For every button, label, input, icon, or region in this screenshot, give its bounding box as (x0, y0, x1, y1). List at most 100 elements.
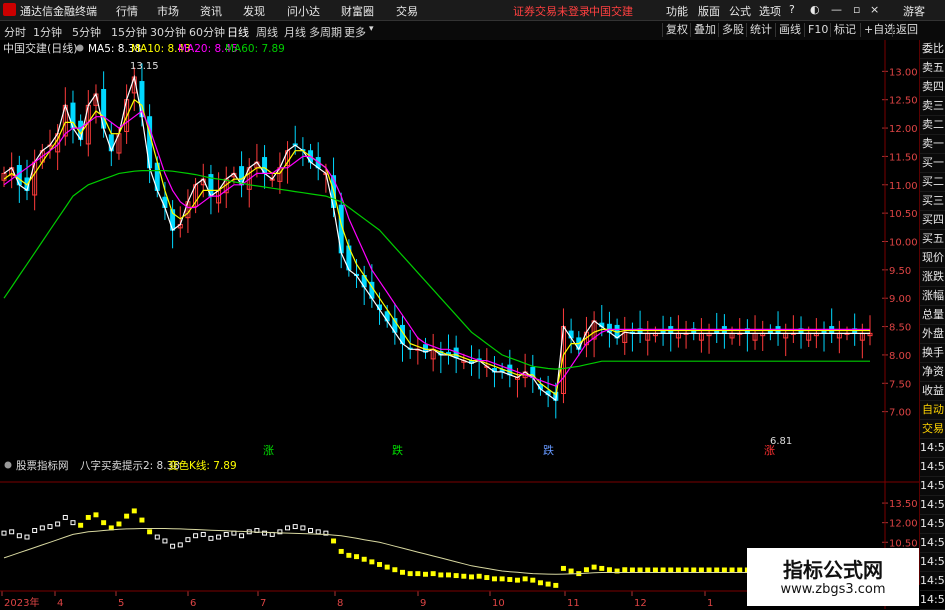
indicator-tick-label: 12.00 (889, 519, 918, 530)
kline-chart[interactable]: 13.00 12.50 12.00 11.50 11.00 10.50 10.00 9.50 9… (0, 40, 919, 609)
multi-stock-button[interactable]: 多股 (718, 23, 747, 37)
period-tab-15min[interactable]: 15分钟 (111, 24, 147, 40)
date-tick-label: 9 (420, 598, 426, 609)
period-tab-monthly[interactable]: 月线 (284, 24, 306, 40)
indicator-bar (93, 512, 99, 518)
sidebar-item[interactable]: 买三 (920, 192, 945, 211)
sidebar-item[interactable]: 自动 (920, 401, 945, 420)
sidebar-item[interactable]: 14:56 (920, 591, 945, 610)
adjust-button[interactable]: 复权 (662, 23, 691, 37)
period-tab-1min[interactable]: 1分钟 (33, 24, 62, 40)
price-tick-label: 11.00 (889, 181, 918, 192)
period-tab-5min[interactable]: 5分钟 (72, 24, 101, 40)
sidebar-item[interactable]: 换手 (920, 344, 945, 363)
sidebar-item[interactable]: 卖三 (920, 97, 945, 116)
indicator-bar (691, 567, 697, 573)
sidebar-item[interactable]: 净资 (920, 363, 945, 382)
sidebar-item[interactable]: 14:56 (920, 439, 945, 458)
sidebar-item[interactable]: 买四 (920, 211, 945, 230)
sidebar-item[interactable]: 卖五 (920, 59, 945, 78)
indicator-bar (438, 572, 444, 578)
sidebar-item[interactable]: 外盘 (920, 325, 945, 344)
menu-item-quotes[interactable]: 行情 (116, 3, 138, 19)
close-icon[interactable]: × (870, 3, 879, 16)
skin-icon[interactable]: ◐ (810, 3, 820, 16)
indicator-title: 八字买卖提示2: 8.38 (80, 459, 180, 472)
sidebar-item[interactable]: 卖二 (920, 116, 945, 135)
sidebar-item[interactable]: 14:56 (920, 458, 945, 477)
sidebar-item[interactable]: 涨幅 (920, 287, 945, 306)
mark-button[interactable]: 标记 (830, 23, 859, 37)
sidebar-item[interactable]: 收益 (920, 382, 945, 401)
sidebar-item[interactable]: 卖一 (920, 135, 945, 154)
indicator-bar (484, 575, 490, 581)
indicator-bar (629, 567, 635, 573)
chevron-down-icon[interactable]: ▾ (369, 24, 374, 34)
indicator-bar (537, 580, 543, 586)
indicator-tick-label: 13.50 (889, 499, 918, 510)
stats-button[interactable]: 统计 (746, 23, 775, 37)
menu-item-options[interactable]: 选项 (759, 3, 781, 19)
sidebar-item[interactable]: 14:56 (920, 534, 945, 553)
sidebar-item[interactable]: 买五 (920, 230, 945, 249)
restore-icon[interactable]: ▫ (853, 3, 860, 16)
indicator-bar (645, 567, 651, 573)
f10-button[interactable]: F10 (804, 23, 831, 37)
sidebar-item[interactable]: 委比 (920, 40, 945, 59)
back-button[interactable]: 返回 (892, 23, 921, 37)
indicator-bar (392, 567, 398, 573)
menu-item-layout[interactable]: 版面 (698, 3, 720, 19)
menu-item-market[interactable]: 市场 (157, 3, 179, 19)
overlay-button[interactable]: 叠加 (690, 23, 719, 37)
menu-item-formula[interactable]: 公式 (729, 3, 751, 19)
sidebar-item[interactable]: 14:56 (920, 553, 945, 572)
period-tab-60min[interactable]: 60分钟 (189, 24, 225, 40)
current-stock-name: 中国交建 (589, 5, 633, 18)
user-label[interactable]: 游客 (903, 3, 925, 19)
price-tick-label: 9.00 (889, 294, 911, 305)
sidebar-item[interactable]: 卖四 (920, 78, 945, 97)
period-tab-intraday[interactable]: 分时 (4, 24, 26, 40)
period-tab-multi[interactable]: 多周期 (309, 24, 342, 40)
signal-marker: 涨 (764, 444, 775, 457)
sidebar-item[interactable]: 交易 (920, 420, 945, 439)
settings-dot-icon[interactable] (76, 44, 84, 52)
sidebar-item[interactable]: 14:56 (920, 477, 945, 496)
price-tick-label: 12.50 (889, 96, 918, 107)
watermark: 指标公式网 www.zbgs3.com (747, 548, 919, 606)
price-tick-label: 12.00 (889, 124, 918, 135)
minimize-icon[interactable]: — (831, 3, 842, 16)
menu-item-news[interactable]: 资讯 (200, 3, 222, 19)
indicator-bar (400, 569, 406, 575)
indicator-settings-icon[interactable] (4, 461, 12, 469)
period-tab-more[interactable]: 更多 (344, 24, 366, 40)
indicator-bar (737, 567, 743, 573)
period-tab-30min[interactable]: 30分钟 (150, 24, 186, 40)
menu-item-functions[interactable]: 功能 (666, 3, 688, 19)
indicator-bar (560, 565, 566, 571)
sidebar-item[interactable]: 涨跌 (920, 268, 945, 287)
help-icon[interactable]: ? (789, 3, 795, 16)
sidebar-item[interactable]: 现价 (920, 249, 945, 268)
ma60-label: MA60: 7.89 (225, 43, 285, 55)
login-notice[interactable]: 证券交易未登录 (513, 3, 590, 19)
sidebar-item[interactable]: 14:56 (920, 496, 945, 515)
signal-marker: 涨 (263, 444, 274, 457)
sidebar-item[interactable]: 14:56 (920, 572, 945, 591)
indicator-bar (445, 572, 451, 578)
period-tab-daily[interactable]: 日线 (227, 24, 249, 40)
indicator-line-label: 变色K线: 7.89 (168, 459, 237, 472)
menu-item-wealth[interactable]: 财富圈 (341, 3, 374, 19)
indicator-bar (147, 529, 153, 535)
menu-item-trade[interactable]: 交易 (396, 3, 418, 19)
menu-item-discover[interactable]: 发现 (243, 3, 265, 19)
sidebar-item[interactable]: 买一 (920, 154, 945, 173)
sidebar-item[interactable]: 买二 (920, 173, 945, 192)
period-tab-weekly[interactable]: 周线 (256, 24, 278, 40)
menu-item-assistant[interactable]: 问小达 (287, 3, 320, 19)
draw-line-button[interactable]: 画线 (775, 23, 804, 37)
indicator-bar (698, 567, 704, 573)
sidebar-item[interactable]: 总量 (920, 306, 945, 325)
period-toolbar: 分时 1分钟 5分钟 15分钟 30分钟 60分钟 日线 周线 月线 多周期 更… (0, 21, 945, 41)
sidebar-item[interactable]: 14:56 (920, 515, 945, 534)
